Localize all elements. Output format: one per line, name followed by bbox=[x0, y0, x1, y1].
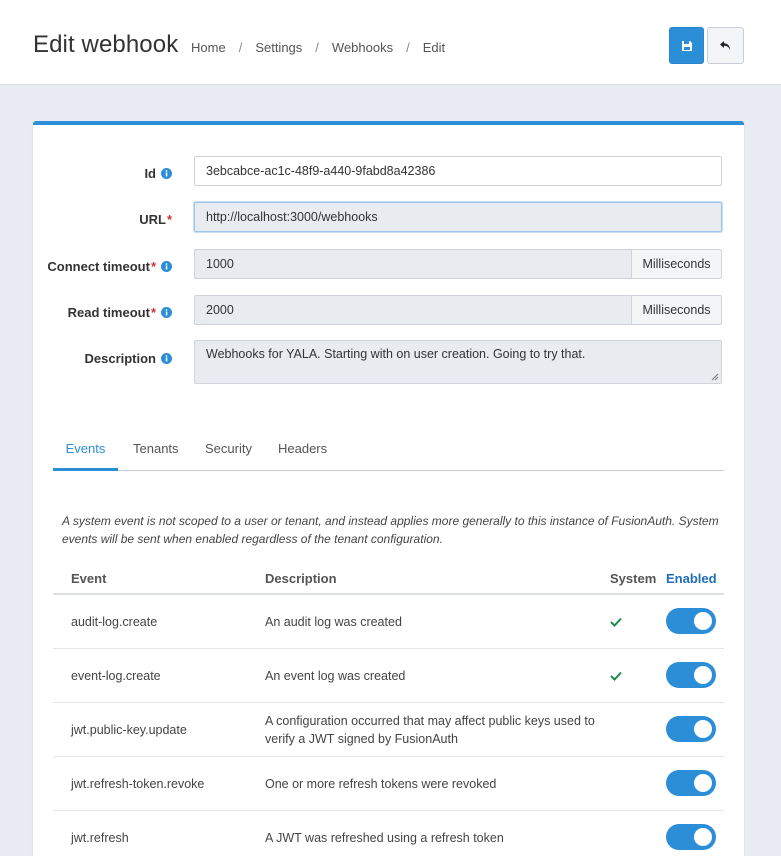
read-timeout-label: Read timeout * bbox=[68, 305, 172, 320]
id-label-text: Id bbox=[144, 166, 156, 181]
description-label-text: Description bbox=[84, 351, 156, 366]
required-marker: * bbox=[150, 259, 156, 274]
connect-timeout-label-text: Connect timeout bbox=[47, 259, 150, 274]
resize-grip-icon[interactable] bbox=[711, 373, 719, 381]
save-icon bbox=[681, 40, 692, 51]
table-row: event-log.create An event log was create… bbox=[53, 649, 724, 703]
breadcrumb-webhooks[interactable]: Webhooks bbox=[332, 40, 393, 55]
event-name: jwt.public-key.update bbox=[71, 723, 187, 737]
breadcrumb-home[interactable]: Home bbox=[191, 40, 226, 55]
back-button[interactable] bbox=[707, 27, 744, 64]
read-timeout-field[interactable]: 2000 bbox=[194, 295, 632, 325]
info-icon[interactable] bbox=[161, 261, 172, 272]
enabled-toggle[interactable] bbox=[666, 662, 716, 688]
tab-security[interactable]: Security bbox=[205, 441, 252, 471]
connect-timeout-field[interactable]: 1000 bbox=[194, 249, 632, 279]
info-icon[interactable] bbox=[161, 307, 172, 318]
toggle-knob bbox=[694, 828, 712, 846]
id-field[interactable]: 3ebcabce-ac1c-48f9-a440-9fabd8a42386 bbox=[194, 156, 722, 186]
required-marker: * bbox=[166, 212, 172, 227]
webhook-form-panel: Id 3ebcabce-ac1c-48f9-a440-9fabd8a42386 … bbox=[33, 121, 744, 856]
toggle-knob bbox=[694, 612, 712, 630]
description-field[interactable]: Webhooks for YALA. Starting with on user… bbox=[194, 340, 722, 384]
event-name: audit-log.create bbox=[71, 615, 158, 629]
enabled-toggle[interactable] bbox=[666, 824, 716, 850]
table-row: jwt.refresh-token.revoke One or more ref… bbox=[53, 757, 724, 811]
page-title: Edit webhook bbox=[33, 31, 179, 58]
info-icon[interactable] bbox=[161, 168, 172, 179]
event-name: jwt.refresh-token.revoke bbox=[71, 777, 205, 791]
description-label: Description bbox=[84, 351, 172, 366]
event-description: An event log was created bbox=[265, 669, 406, 683]
url-label-text: URL bbox=[139, 212, 166, 227]
breadcrumb-separator: / bbox=[315, 40, 319, 55]
table-row: jwt.refresh A JWT was refreshed using a … bbox=[53, 811, 724, 856]
enabled-toggle[interactable] bbox=[666, 608, 716, 634]
table-row: audit-log.create An audit log was create… bbox=[53, 595, 724, 649]
breadcrumb-separator: / bbox=[406, 40, 410, 55]
table-row: jwt.public-key.update A configuration oc… bbox=[53, 703, 724, 757]
event-name: jwt.refresh bbox=[71, 831, 129, 845]
url-field[interactable]: http://localhost:3000/webhooks bbox=[194, 202, 722, 232]
read-timeout-label-text: Read timeout bbox=[67, 305, 150, 320]
connect-timeout-label: Connect timeout * bbox=[47, 259, 172, 274]
check-icon bbox=[610, 617, 622, 627]
description-text: Webhooks for YALA. Starting with on user… bbox=[206, 347, 586, 361]
system-event-note: A system event is not scoped to a user o… bbox=[62, 514, 719, 546]
read-timeout-unit: Milliseconds bbox=[631, 295, 722, 325]
check-icon bbox=[610, 671, 622, 681]
event-description: One or more refresh tokens were revoked bbox=[265, 777, 497, 791]
tab-events[interactable]: Events bbox=[53, 441, 118, 471]
toggle-knob bbox=[694, 720, 712, 738]
tab-tenants[interactable]: Tenants bbox=[133, 441, 179, 471]
breadcrumb-edit: Edit bbox=[422, 40, 446, 55]
toggle-knob bbox=[694, 774, 712, 792]
breadcrumb: Home / Settings / Webhooks / Edit bbox=[191, 40, 445, 55]
tab-bar: Events Tenants Security Headers bbox=[53, 433, 724, 471]
breadcrumb-settings[interactable]: Settings bbox=[255, 40, 302, 55]
event-description: A configuration occurred that may affect… bbox=[265, 714, 595, 746]
url-label: URL * bbox=[139, 212, 172, 227]
event-description: An audit log was created bbox=[265, 615, 402, 629]
event-name: event-log.create bbox=[71, 669, 161, 683]
undo-icon bbox=[719, 40, 730, 50]
save-button[interactable] bbox=[669, 27, 704, 64]
breadcrumb-separator: / bbox=[238, 40, 243, 55]
required-marker: * bbox=[150, 305, 156, 320]
id-label: Id bbox=[144, 166, 172, 181]
connect-timeout-unit: Milliseconds bbox=[631, 249, 722, 279]
toggle-knob bbox=[694, 666, 712, 684]
info-icon[interactable] bbox=[161, 353, 172, 364]
event-description: A JWT was refreshed using a refresh toke… bbox=[265, 831, 504, 845]
top-bar: Edit webhook Home / Settings / Webhooks … bbox=[0, 0, 781, 85]
tab-headers[interactable]: Headers bbox=[278, 441, 327, 471]
enabled-toggle[interactable] bbox=[666, 716, 716, 742]
enabled-toggle[interactable] bbox=[666, 770, 716, 796]
